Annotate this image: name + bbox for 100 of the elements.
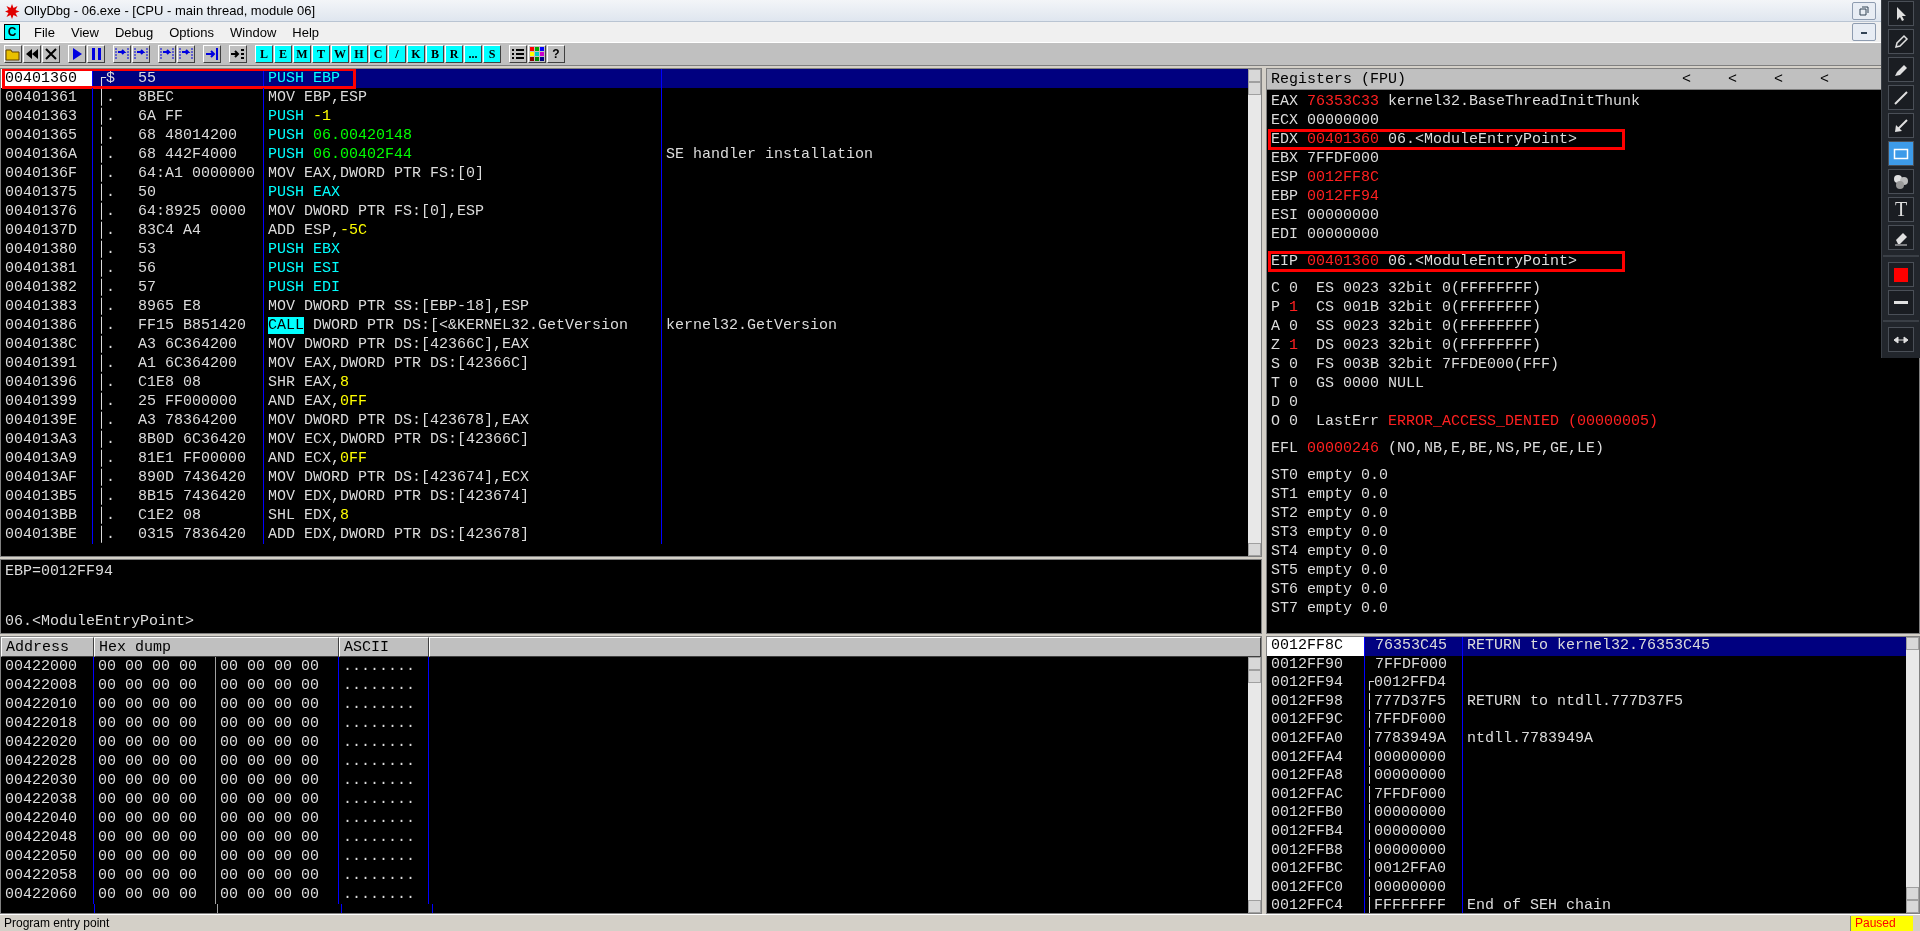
- code-row[interactable]: 00401383 │. 8965 E8 MOV DWORD PTR SS:[EBP-18],ESP: [1, 297, 1248, 316]
- code-row[interactable]: 00401361 │. 8BEC MOV EBP,ESP: [1, 88, 1248, 107]
- window-menu-button[interactable]: C: [4, 24, 20, 40]
- help-button[interactable]: ?: [547, 45, 565, 63]
- toolbar-button[interactable]: [23, 45, 41, 63]
- column-header[interactable]: Address: [1, 637, 94, 657]
- menu-item[interactable]: Options: [161, 23, 223, 41]
- arrow-tool-button[interactable]: [1888, 113, 1914, 138]
- menu-item[interactable]: View: [62, 23, 107, 41]
- toolbar-button[interactable]: K: [407, 45, 425, 63]
- stack-row[interactable]: 0012FFB8 │00000000: [1267, 841, 1906, 861]
- toolbar-button[interactable]: [4, 45, 22, 63]
- code-row[interactable]: 00401382 │. 57 PUSH EDI: [1, 278, 1248, 297]
- stack-row[interactable]: 0012FFBC │0012FFA0: [1267, 860, 1906, 879]
- pencil-tool-button[interactable]: [1888, 29, 1914, 54]
- code-row[interactable]: 00401365 │. 68 48014200 PUSH 06.00420148: [1, 126, 1248, 145]
- scroll-left-button[interactable]: <: [1681, 70, 1691, 88]
- toolbar-button[interactable]: H: [350, 45, 368, 63]
- column-header[interactable]: ASCII: [339, 637, 429, 657]
- code-row[interactable]: 00401380 │. 53 PUSH EBX: [1, 240, 1248, 259]
- expand-button[interactable]: [1888, 327, 1914, 352]
- toolbar-button[interactable]: T: [312, 45, 330, 63]
- code-row[interactable]: 004013AF │. 890D 7436420 MOV DWORD PTR DS:[423674],ECX: [1, 468, 1248, 487]
- column-header[interactable]: Hex dump: [94, 637, 339, 657]
- code-row[interactable]: 004013B5 │. 8B15 7436420 MOV EDX,DWORD PTR DS:[423674]: [1, 487, 1248, 506]
- toolbar-button[interactable]: W: [331, 45, 349, 63]
- toolbar-button[interactable]: L: [255, 45, 273, 63]
- numbers-tool-button[interactable]: [1888, 169, 1914, 194]
- toolbar-button[interactable]: ...: [464, 45, 482, 63]
- stack-row[interactable]: 0012FFC0 │00000000: [1267, 878, 1906, 898]
- marker-cell-text: │.: [96, 316, 116, 335]
- toolbar-button[interactable]: M: [293, 45, 311, 63]
- scroll-left-button[interactable]: <: [1727, 70, 1737, 88]
- code-row[interactable]: 00401360 ┌$ 55 PUSH EBP: [1, 69, 1248, 88]
- code-row[interactable]: 004013BB │. C1E2 08 SHL EDX,8: [1, 506, 1248, 525]
- code-row[interactable]: 00401399 │. 25 FF000000 AND EAX,0FF: [1, 392, 1248, 411]
- text-tool-button[interactable]: T: [1888, 197, 1914, 222]
- toolbar-button[interactable]: [132, 45, 150, 63]
- toolbar-button[interactable]: [509, 45, 527, 63]
- code-row[interactable]: 00401375 │. 50 PUSH EAX: [1, 183, 1248, 202]
- toolbar-button[interactable]: R: [445, 45, 463, 63]
- scrollbar[interactable]: [1248, 657, 1261, 913]
- toolbar-button[interactable]: [177, 45, 195, 63]
- address-cell: 0040136F: [1, 164, 93, 183]
- menu-item[interactable]: Help: [284, 23, 328, 41]
- scroll-left-button[interactable]: <: [1773, 70, 1783, 88]
- toolbar-button[interactable]: E: [274, 45, 292, 63]
- code-row[interactable]: 0040137D │. 83C4 A4 ADD ESP,-5C: [1, 221, 1248, 240]
- fpu-register-line: ST6 empty 0.0: [1270, 580, 1390, 599]
- code-row[interactable]: 004013A9 │. 81E1 FF00000 AND ECX,0FF: [1, 449, 1248, 468]
- stack-row[interactable]: 0012FFA4 │00000000: [1267, 748, 1906, 768]
- code-row[interactable]: 00401386 │. FF15 B851420 CALL DWORD PTR DS:[<&KERNEL32.GetVersion kernel32.GetVersion: [1, 316, 1248, 335]
- hex-cell: 00 00 00 00: [216, 809, 339, 828]
- scrollbar[interactable]: [1906, 637, 1919, 913]
- toolbar-button[interactable]: C: [369, 45, 387, 63]
- code-row[interactable]: 0040136F │. 64:A1 0000000 MOV EAX,DWORD PTR FS:[0]: [1, 164, 1248, 183]
- toolbar-button[interactable]: [68, 45, 86, 63]
- rectangle-tool-button[interactable]: [1888, 141, 1914, 166]
- menu-item[interactable]: File: [26, 23, 63, 41]
- code-row[interactable]: 00401376 │. 64:8925 0000 MOV DWORD PTR FS:[0],ESP: [1, 202, 1248, 221]
- line-tool-button[interactable]: [1888, 85, 1914, 110]
- toolbar-button[interactable]: [158, 45, 176, 63]
- scroll-left-button[interactable]: <: [1820, 70, 1829, 88]
- menu-item[interactable]: Window: [222, 23, 285, 41]
- scrollbar[interactable]: [1248, 69, 1261, 556]
- line-width-button[interactable]: [1888, 290, 1914, 315]
- select-tool-button[interactable]: [1888, 1, 1914, 26]
- code-row[interactable]: 00401391 │. A1 6C364200 MOV EAX,DWORD PTR DS:[42366C]: [1, 354, 1248, 373]
- code-row[interactable]: 00401381 │. 56 PUSH ESI: [1, 259, 1248, 278]
- code-row[interactable]: 00401363 │. 6A FF PUSH -1: [1, 107, 1248, 126]
- stack-row[interactable]: 0012FFB0 │00000000: [1267, 804, 1906, 823]
- eraser-tool-button[interactable]: [1888, 225, 1914, 250]
- stack-row[interactable]: 0012FFA8 │00000000: [1267, 767, 1906, 786]
- code-row[interactable]: 00401396 │. C1E8 08 SHR EAX,8: [1, 373, 1248, 392]
- minimize-button[interactable]: [1852, 23, 1876, 41]
- stack-row[interactable]: 0012FF8C 76353C45 RETURN to kernel32.76353C45: [1267, 637, 1906, 656]
- toolbar-button[interactable]: /: [388, 45, 406, 63]
- code-row[interactable]: 0040136A │. 68 442F4000 PUSH 06.00402F44 SE handler installation: [1, 145, 1248, 164]
- toolbar-button[interactable]: [87, 45, 105, 63]
- stack-row[interactable]: 0012FF90 7FFDF000: [1267, 655, 1906, 675]
- toolbar-button[interactable]: B: [426, 45, 444, 63]
- stack-row[interactable]: 0012FFAC │7FFDF000: [1267, 785, 1906, 805]
- stack-row[interactable]: 0012FF98 │777D37F5 RETURN to ntdll.777D37F5: [1267, 692, 1906, 712]
- toolbar-button[interactable]: [113, 45, 131, 63]
- stack-row[interactable]: 0012FFA0 │7783949A ntdll.7783949A: [1267, 729, 1906, 749]
- toolbar-button[interactable]: S: [483, 45, 501, 63]
- toolbar-button[interactable]: [42, 45, 60, 63]
- toolbar-button[interactable]: [203, 45, 221, 63]
- stack-row[interactable]: 0012FFB4 │00000000: [1267, 822, 1906, 842]
- stack-row[interactable]: 0012FF9C │7FFDF000: [1267, 711, 1906, 730]
- color-button[interactable]: [1888, 262, 1914, 287]
- code-row[interactable]: 0040138C │. A3 6C364200 MOV DWORD PTR DS:[42366C],EAX: [1, 335, 1248, 354]
- toolbar-button[interactable]: [229, 45, 247, 63]
- code-row[interactable]: 0040139E │. A3 78364200 MOV DWORD PTR DS:[423678],EAX: [1, 411, 1248, 430]
- toolbar-button[interactable]: [528, 45, 546, 63]
- menu-item[interactable]: Debug: [106, 23, 162, 41]
- marker-tool-button[interactable]: [1888, 57, 1914, 82]
- code-row[interactable]: 004013A3 │. 8B0D 6C36420 MOV ECX,DWORD PTR DS:[42366C]: [1, 430, 1248, 449]
- stack-row[interactable]: 0012FF94 ┌0012FFD4: [1267, 674, 1906, 693]
- code-row[interactable]: 004013BE │. 0315 7836420 ADD EDX,DWORD PTR DS:[423678]: [1, 525, 1248, 544]
